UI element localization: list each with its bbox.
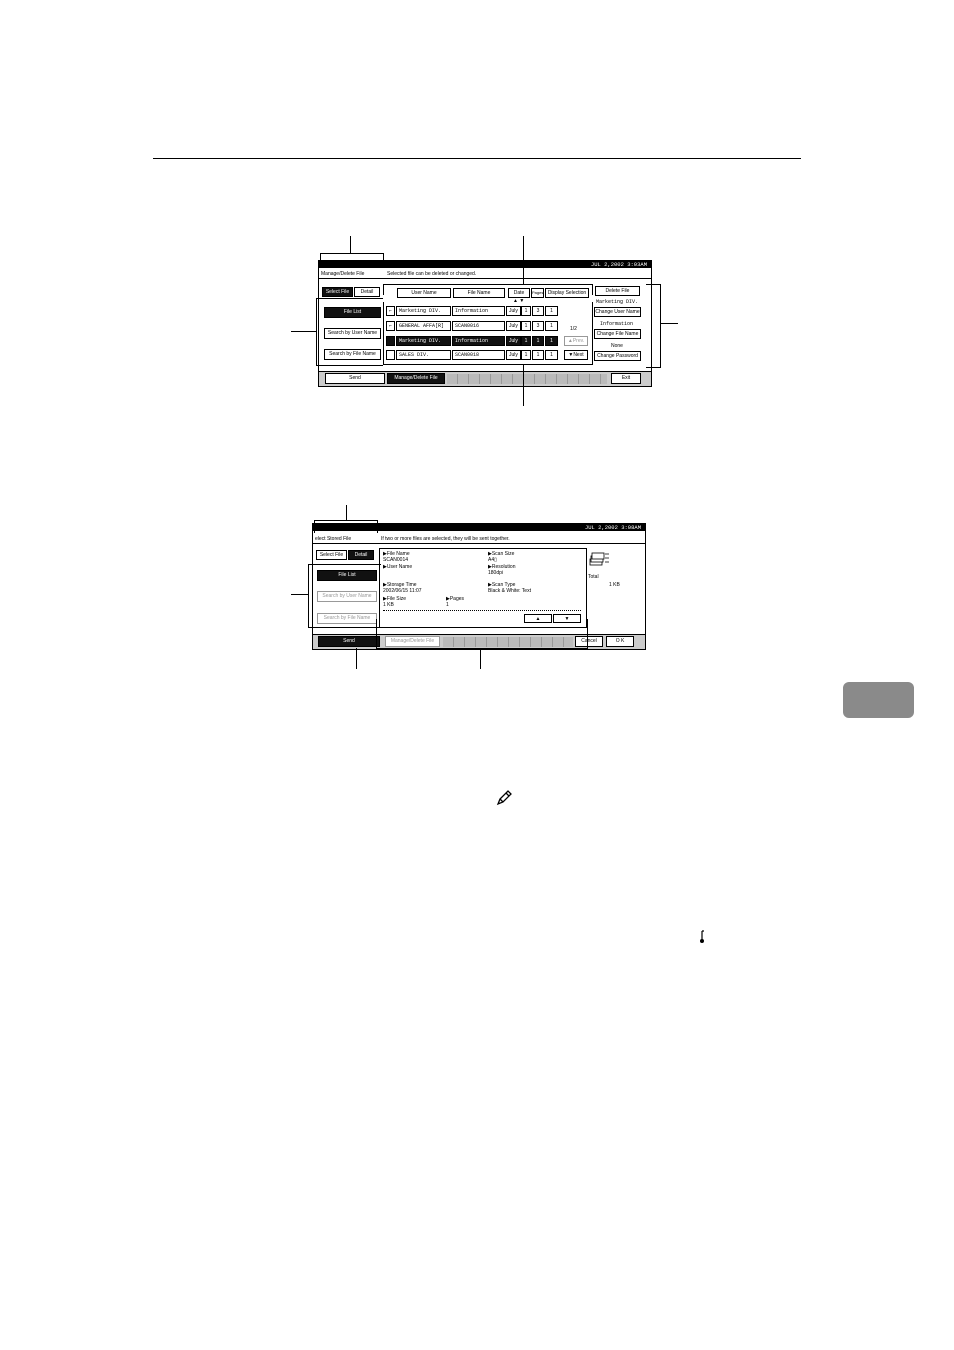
callout-line bbox=[356, 648, 357, 669]
current-user-value: Marketing DIV. bbox=[596, 299, 639, 305]
total-value: 1 KB bbox=[609, 582, 620, 588]
screen-title: elect Stored File bbox=[315, 536, 352, 542]
exit-button[interactable]: Exit bbox=[611, 373, 641, 384]
bottom-bar-grid bbox=[447, 374, 607, 384]
pages-value: 1 bbox=[446, 602, 449, 608]
chapter-tab-marker bbox=[843, 682, 914, 718]
callout-bracket-search bbox=[308, 564, 381, 628]
callout-line bbox=[523, 236, 524, 284]
detail-divider bbox=[383, 610, 581, 611]
callout-bracket-columns bbox=[383, 284, 593, 295]
callout-line bbox=[480, 648, 481, 669]
resolution-value: 180dpi bbox=[488, 570, 504, 576]
total-label: Total bbox=[588, 574, 599, 580]
header-rule bbox=[153, 158, 801, 159]
callout-bracket-bottom bbox=[376, 619, 588, 649]
divider bbox=[313, 543, 645, 544]
storage-time-value: 2002/06/15 11:07 bbox=[383, 588, 422, 594]
file-name-value: SCAN0014 bbox=[383, 557, 409, 563]
manage-delete-file-tab[interactable]: Manage/Delete File bbox=[387, 373, 445, 384]
tab-select-file[interactable]: Select File bbox=[322, 287, 353, 297]
callout-bracket-list bbox=[383, 302, 593, 365]
callout-line bbox=[350, 236, 351, 253]
tab-detail[interactable]: Detail bbox=[348, 550, 374, 560]
callout-line bbox=[291, 331, 316, 332]
callout-line bbox=[523, 364, 524, 406]
callout-line bbox=[291, 594, 308, 595]
send-tab[interactable]: Send bbox=[325, 373, 385, 384]
change-user-name-button[interactable]: Change User Name bbox=[594, 307, 641, 317]
header-message: If two or more files are selected, they … bbox=[381, 536, 510, 542]
change-password-button[interactable]: Change Password bbox=[594, 351, 641, 361]
scan-size-value: A4▯ bbox=[488, 557, 497, 563]
callout-bracket-search bbox=[316, 298, 383, 366]
callout-bracket-right bbox=[646, 284, 661, 368]
bottom-bar: Send Manage/Delete File Exit bbox=[319, 371, 651, 386]
stored-file-key-icon bbox=[700, 930, 704, 943]
scan-type-value: Black & White: Text bbox=[488, 588, 531, 594]
tab-detail[interactable]: Detail bbox=[354, 287, 380, 297]
change-file-name-button[interactable]: Change File Name bbox=[594, 329, 641, 339]
tab-select-file[interactable]: Select File bbox=[316, 550, 347, 560]
callout-bracket-tabs bbox=[314, 520, 378, 533]
screen-title: Manage/Delete File bbox=[321, 271, 365, 277]
delete-file-button[interactable]: Delete File bbox=[595, 286, 640, 296]
stored-files-stack-icon bbox=[589, 552, 609, 566]
file-size-value: 1 KB bbox=[383, 602, 394, 608]
header-message: Selected file can be deleted or changed. bbox=[387, 271, 477, 277]
callout-bracket-tabs bbox=[320, 253, 384, 266]
current-file-value: Information bbox=[600, 321, 634, 327]
divider bbox=[319, 278, 651, 279]
send-tab[interactable]: Send bbox=[318, 636, 380, 647]
ok-button[interactable]: O K bbox=[606, 636, 634, 647]
user-name-label: ▶User Name bbox=[383, 564, 413, 570]
file-detail-panel: ▶File Name SCAN0014 ▶User Name ▶Storage … bbox=[379, 548, 587, 628]
callout-line bbox=[346, 505, 347, 520]
current-password-value: None bbox=[611, 343, 623, 349]
callout-line bbox=[660, 323, 678, 324]
note-pencil-icon bbox=[496, 790, 512, 806]
